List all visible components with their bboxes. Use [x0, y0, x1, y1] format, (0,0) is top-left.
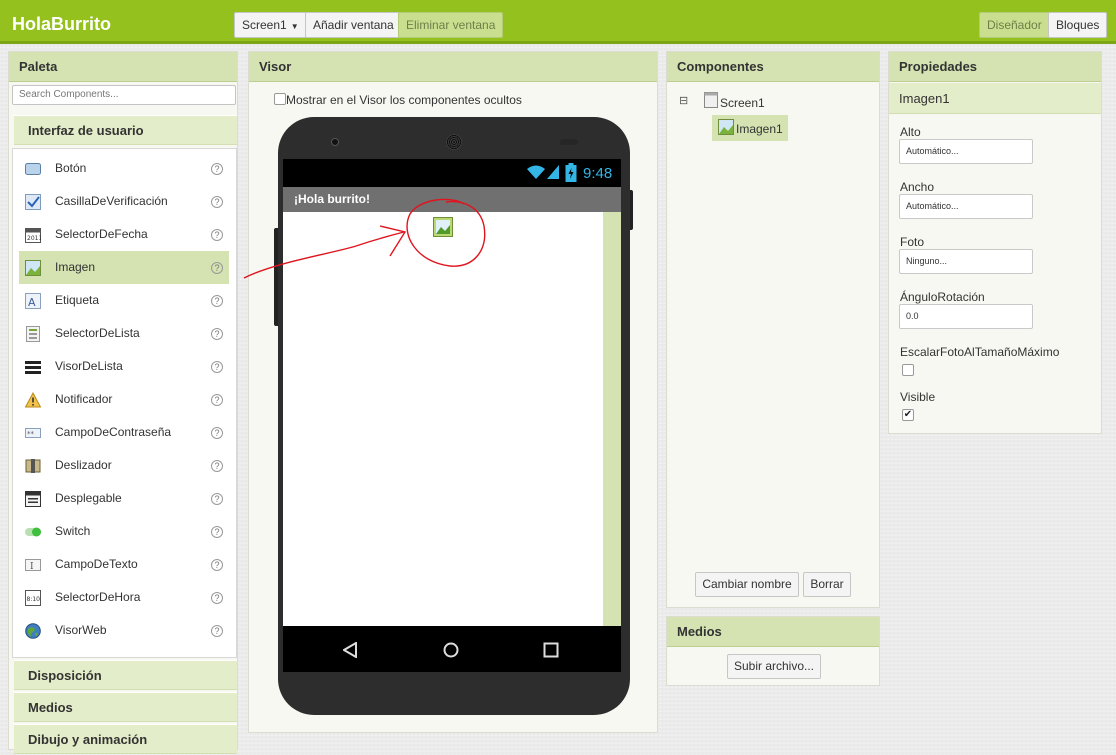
annotation-arrowhead: [379, 225, 407, 257]
media-title: Medios: [667, 617, 879, 647]
picture-field[interactable]: Ninguno...: [899, 249, 1033, 274]
visible-label: Visible: [900, 390, 936, 404]
image-icon: [718, 119, 734, 138]
annotation-arrow: [243, 231, 405, 279]
width-field[interactable]: Automático...: [899, 194, 1033, 219]
scale-checkbox[interactable]: [902, 364, 914, 376]
rotation-field[interactable]: 0.0: [899, 304, 1033, 329]
height-label: Alto: [900, 125, 921, 139]
upload-file-button[interactable]: Subir archivo...: [727, 654, 821, 679]
media-panel: Medios Subir archivo...: [666, 616, 880, 686]
tree-collapse-icon[interactable]: ⊟: [679, 94, 688, 107]
visible-checkbox[interactable]: ✔: [902, 409, 914, 421]
tree-item-screen1[interactable]: Screen1: [720, 96, 765, 110]
screen-icon: [704, 92, 718, 111]
rename-button[interactable]: Cambiar nombre: [695, 572, 799, 597]
scale-label: EscalarFotoAlTamañoMáximo: [900, 345, 1060, 359]
width-label: Ancho: [900, 180, 935, 194]
tree-item-imagen1[interactable]: Imagen1: [712, 115, 788, 141]
rotation-label: ÁnguloRotación: [900, 290, 985, 304]
properties-title: Propiedades: [889, 52, 1101, 82]
tree-item-label: Imagen1: [736, 122, 783, 136]
annotation-circle: [406, 198, 486, 267]
picture-label: Foto: [900, 235, 925, 249]
components-title: Componentes: [667, 52, 879, 82]
properties-panel: Propiedades Imagen1 Alto Automático... A…: [888, 51, 1102, 434]
components-panel: Componentes ⊟ Screen1 Imagen1 Cambiar no…: [666, 51, 880, 608]
selected-component-name: Imagen1: [889, 83, 1101, 114]
delete-button[interactable]: Borrar: [803, 572, 851, 597]
height-field[interactable]: Automático...: [899, 139, 1033, 164]
